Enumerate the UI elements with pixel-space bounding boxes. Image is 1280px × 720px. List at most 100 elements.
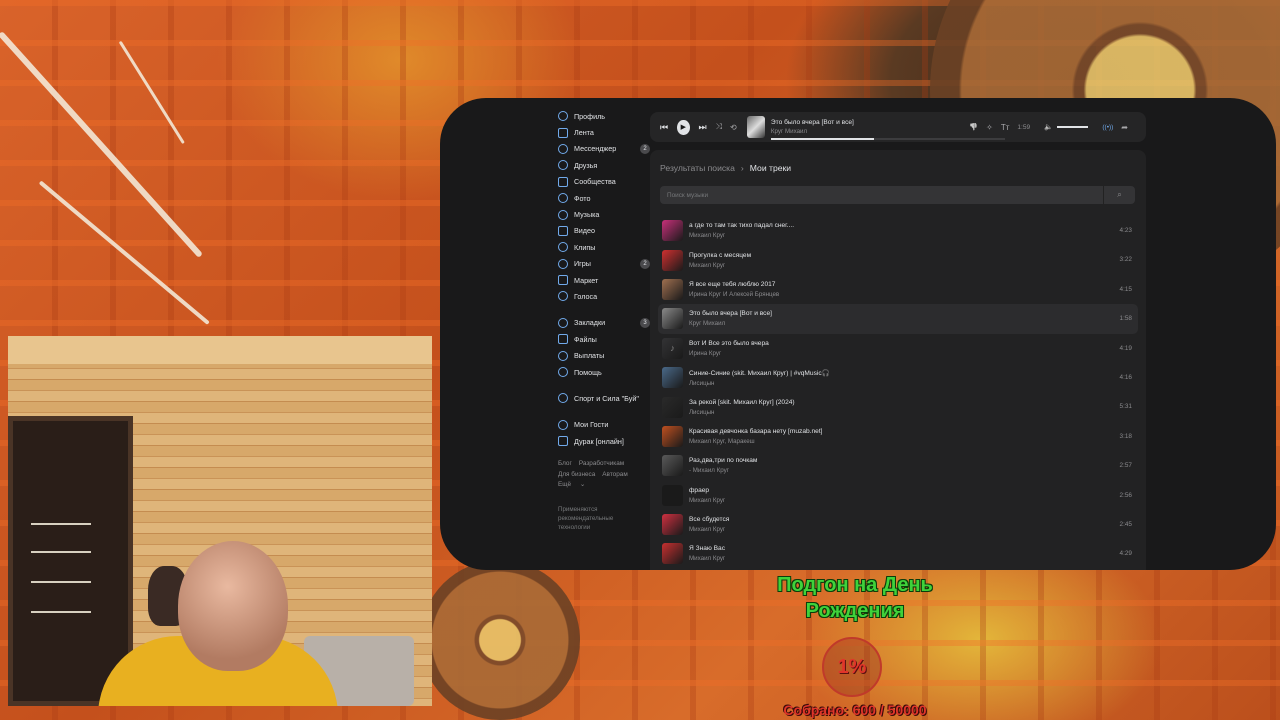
volume-icon[interactable]: 🔈 — [1044, 123, 1053, 131]
footer-link-authors[interactable]: Авторам — [602, 471, 627, 478]
now-playing-info[interactable]: Это было вчера [Вот и все] Круг Михаил — [770, 119, 1005, 140]
now-playing-cover[interactable] — [746, 116, 765, 138]
donation-goal-percent: 1% — [837, 655, 867, 678]
track-artist[interactable]: Михаил Круг, Маракеш — [689, 438, 823, 445]
now-playing-artist[interactable]: Круг Михаил — [771, 128, 969, 135]
search-button[interactable]: ⌕ — [1103, 186, 1135, 204]
track-cover[interactable] — [662, 425, 683, 447]
news-icon — [558, 127, 568, 138]
sidebar-item-files[interactable]: Файлы — [558, 331, 650, 347]
sidebar-item-votes[interactable]: Голоса — [558, 288, 650, 304]
track-cover[interactable] — [662, 367, 683, 389]
shuffle-button[interactable]: ⤨ — [716, 122, 722, 132]
donation-goal-progress: 1% — [822, 637, 882, 697]
sidebar-item-label: Профиль — [574, 111, 606, 121]
music-search-bar: ⌕ — [660, 186, 1135, 204]
track-cover[interactable] — [662, 455, 683, 477]
track-artist[interactable]: Михаил Круг — [689, 262, 751, 269]
track-artist[interactable]: Ирина Круг — [689, 350, 769, 357]
track-cover[interactable] — [662, 484, 683, 506]
play-button[interactable]: ▶ — [677, 119, 690, 135]
sidebar-item-photo[interactable]: Фото — [558, 190, 650, 206]
sidebar-item-music[interactable]: Музыка — [558, 206, 650, 222]
sidebar-item-clips[interactable]: Клипы — [558, 239, 650, 255]
track-duration: 2:57 — [1119, 462, 1132, 470]
music-search-input[interactable] — [667, 191, 1097, 199]
track-row[interactable]: За рекой [skit. Михаил Круг] (2024) Лисиц… — [658, 392, 1138, 421]
volume-slider[interactable] — [1056, 126, 1089, 128]
track-row[interactable]: Прогулка с месяцем Михаил Круг 3:22 — [658, 245, 1138, 274]
track-row[interactable]: Я Знаю Вас Михаил Круг 4:29 — [658, 539, 1138, 568]
repeat-button[interactable]: ⟲ — [730, 123, 737, 132]
webcam-ceiling — [8, 336, 432, 364]
sidebar-item-profile[interactable]: Профиль — [558, 108, 650, 124]
track-row[interactable]: Все сбудется Михаил Круг 2:45 — [658, 510, 1138, 539]
dislike-button[interactable]: 👎 — [969, 123, 978, 131]
broadcast-button[interactable]: ((•)) — [1102, 124, 1113, 131]
sidebar-item-label: Видео — [574, 226, 595, 236]
sidebar-item-communities[interactable]: Сообщества — [558, 174, 650, 190]
sidebar-item-label: Файлы — [574, 334, 597, 344]
track-artist[interactable]: Лисицын — [689, 409, 795, 416]
footer-link-more[interactable]: Ещё ⌄ — [558, 481, 592, 488]
track-artist[interactable]: Михаил Круг — [689, 232, 794, 239]
footer-link-blog[interactable]: Блог — [558, 460, 572, 467]
breadcrumb-my-tracks: Мои треки — [749, 163, 792, 173]
sidebar-item-app[interactable]: Мои Гости — [558, 417, 650, 433]
ai-sparkle-button[interactable]: ✧ — [986, 123, 993, 132]
track-row[interactable]: Раз,два,три по почкам - Михаил Круг 2:57 — [658, 451, 1138, 480]
track-cover[interactable] — [662, 396, 683, 418]
track-progress-bar[interactable] — [770, 138, 1005, 140]
track-artist[interactable]: Ирина Круг И Алексей Брянцев — [689, 291, 779, 298]
footer-link-developers[interactable]: Разработчикам — [579, 460, 624, 467]
track-duration: 4:19 — [1119, 344, 1132, 352]
track-title: Это было вчера [Вот и все] — [689, 310, 772, 318]
sidebar-item-group[interactable]: Спорт и Сила "Буй" — [558, 390, 650, 406]
share-button[interactable]: ➦ — [1121, 123, 1128, 132]
track-duration: 3:18 — [1119, 432, 1132, 440]
sidebar-item-payouts[interactable]: Выплаты — [558, 347, 650, 363]
track-artist[interactable]: Лисицын — [689, 380, 830, 387]
sidebar-item-label: Выплаты — [574, 351, 605, 361]
sidebar-item-video[interactable]: Видео — [558, 223, 650, 239]
track-row[interactable]: Красивая девчонка базара нету [muzab.net… — [658, 422, 1138, 451]
track-row[interactable]: Это было вчера [Вот и все] Круг Михаил 1:5… — [658, 304, 1138, 334]
video-icon — [558, 225, 568, 236]
sidebar-item-messenger[interactable]: Мессенджер 2 — [558, 141, 650, 157]
track-artist[interactable]: Михаил Круг — [689, 497, 725, 504]
previous-track-button[interactable]: ⏮ — [660, 122, 668, 133]
breadcrumb-search-results[interactable]: Результаты поиска — [660, 163, 735, 173]
sidebar-item-news[interactable]: Лента — [558, 124, 650, 140]
track-artist[interactable]: Круг Михаил — [689, 320, 772, 327]
track-artist[interactable]: Михаил Круг — [689, 555, 725, 562]
lyrics-button[interactable]: Tт — [1001, 123, 1010, 132]
track-cover[interactable] — [662, 543, 683, 565]
track-title: За рекой [skit. Михаил Круг] (2024) — [689, 398, 795, 406]
sidebar-item-friends[interactable]: Друзья — [558, 157, 650, 173]
track-row[interactable]: ♪ Вот И Все это было вчера Ирина Круг 4:19 — [658, 334, 1138, 363]
track-cover[interactable]: ♪ — [662, 337, 683, 359]
door-trim — [31, 581, 91, 583]
sidebar-item-bookmarks[interactable]: Закладки 3 — [558, 315, 650, 331]
track-info: Красивая девчонка базара нету [muzab.net… — [689, 428, 823, 445]
sidebar-item-cards[interactable]: Дурак [онлайн] — [558, 433, 650, 449]
track-cover[interactable] — [662, 308, 683, 330]
sidebar-item-games[interactable]: Игры 2 — [558, 256, 650, 272]
track-cover[interactable] — [662, 514, 683, 536]
next-track-button[interactable]: ⏭ — [699, 122, 707, 133]
track-row[interactable]: Синие-Синие (skit. Михаил Круг) | #vqMus… — [658, 363, 1138, 392]
sidebar-item-market[interactable]: Маркет — [558, 272, 650, 288]
track-artist[interactable]: Михаил Круг — [689, 526, 729, 533]
track-cover[interactable] — [662, 249, 683, 271]
track-artist[interactable]: - Михаил Круг — [689, 467, 757, 474]
donation-goal-title: Подгон на День Рождения — [777, 574, 933, 622]
app-icon — [558, 419, 568, 430]
track-cover[interactable] — [662, 220, 683, 242]
track-cover[interactable] — [662, 278, 683, 300]
sidebar-item-label: Лента — [574, 128, 594, 138]
track-row[interactable]: Я все еще тебя люблю 2017 Ирина Круг И Ал… — [658, 275, 1138, 304]
sidebar-item-help[interactable]: Помощь — [558, 364, 650, 380]
track-row[interactable]: а где то там так тихо падал снег.... Миха… — [658, 216, 1138, 245]
track-row[interactable]: фраер Михаил Круг 2:56 — [658, 481, 1138, 510]
footer-link-business[interactable]: Для бизнеса — [558, 471, 595, 478]
